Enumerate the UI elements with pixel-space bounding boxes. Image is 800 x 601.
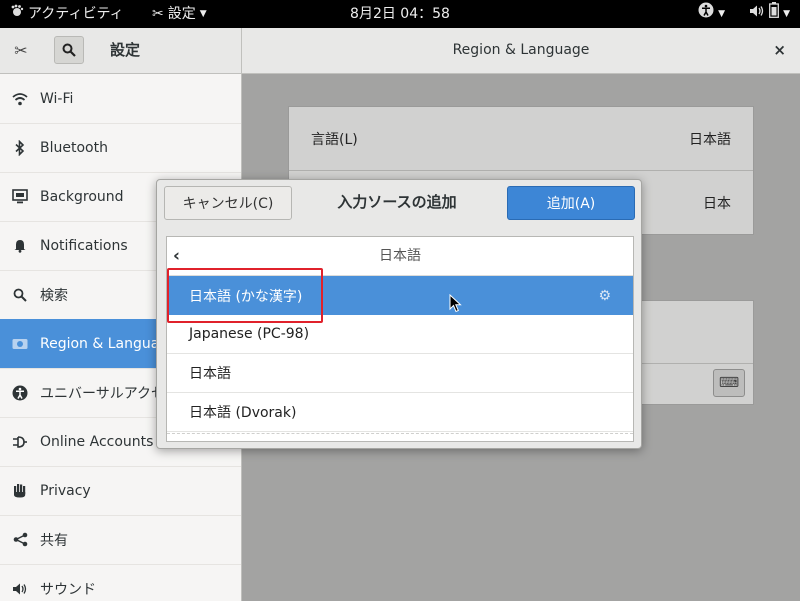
gear-icon: ⚙ [598, 287, 611, 304]
sidebar-item-label: Privacy [40, 482, 91, 499]
list-item-japanese[interactable]: 日本語 [167, 354, 633, 393]
search-button[interactable] [54, 36, 84, 64]
hand-icon [0, 483, 40, 498]
wifi-icon [0, 92, 40, 106]
sidebar-item-label: Bluetooth [40, 139, 108, 156]
language-label: 言語(L) [311, 131, 358, 148]
sidebar-item-label: Notifications [40, 237, 128, 254]
list-item-label: 日本語 (Dvorak) [189, 405, 297, 421]
triangle-down-icon: ▼ [783, 9, 790, 19]
bell-icon [0, 238, 40, 253]
clock[interactable]: 8月2日 04：58 [350, 0, 450, 28]
header-left: ✂ 設定 [0, 28, 242, 73]
region-icon [0, 338, 40, 350]
formats-value: 日本 [703, 195, 731, 212]
add-button[interactable]: 追加(A) [507, 186, 635, 220]
activities-label: アクティビティ [28, 6, 124, 22]
top-bar: アクティビティ ✂ 設定 ▼ 8月2日 04：58 ▼ ▼ [0, 0, 800, 28]
volume-icon[interactable] [749, 0, 765, 28]
accessibility-icon [0, 385, 40, 401]
battery-icon[interactable] [769, 0, 780, 28]
tools-icon[interactable]: ✂ [10, 38, 32, 62]
sidebar-item-label: 共有 [40, 532, 68, 549]
sidebar-item-privacy[interactable]: Privacy [0, 466, 241, 516]
accessibility-icon[interactable] [698, 0, 714, 28]
gnome-foot-icon [10, 0, 24, 28]
triangle-down-icon: ▼ [199, 9, 207, 19]
search-icon [62, 43, 76, 57]
cancel-button[interactable]: キャンセル(C) [164, 186, 292, 220]
language-value: 日本語 [689, 131, 731, 148]
sidebar-item-sharing[interactable]: 共有 [0, 515, 241, 565]
sidebar-item-sound[interactable]: サウンド [0, 564, 241, 601]
dialog-title: 入力ソースの追加 [337, 193, 457, 211]
background-icon [0, 189, 40, 204]
sidebar-item-label: Wi-Fi [40, 90, 74, 107]
settings-title: 設定 [110, 41, 141, 59]
input-source-list: 日本語 ‹ 日本語 (かな漢字) ⚙ Japanese (PC-98) 日本語 … [166, 236, 634, 442]
annotation-highlight-box [167, 268, 323, 323]
activities-button[interactable]: アクティビティ [10, 0, 124, 28]
list-item-label: 日本語 [189, 366, 231, 382]
online-accounts-icon [0, 435, 40, 449]
tools-icon: ✂ [152, 6, 164, 22]
list-item-dvorak[interactable]: 日本語 (Dvorak) [167, 393, 633, 432]
close-button[interactable]: × [773, 28, 786, 73]
sidebar-item-label: Background [40, 188, 124, 205]
sidebar-item-label: サウンド [40, 581, 96, 598]
sidebar-item-wifi[interactable]: Wi-Fi [0, 74, 241, 124]
list-item-label: Japanese (PC-98) [189, 326, 310, 342]
sound-icon [0, 582, 40, 596]
system-menu[interactable]: ▼ ▼ [698, 0, 790, 28]
panel-title: Region & Language [452, 42, 590, 58]
mouse-cursor-icon [449, 294, 462, 313]
sidebar-item-bluetooth[interactable]: Bluetooth [0, 123, 241, 173]
sidebar-item-label: 検索 [40, 287, 68, 304]
app-menu-label: 設定 [167, 6, 196, 22]
header-bar: ✂ 設定 Region & Language × [0, 28, 800, 74]
search-icon [0, 288, 40, 302]
app-menu-button[interactable]: ✂ 設定 ▼ [152, 0, 207, 28]
triangle-down-icon: ▼ [718, 9, 726, 19]
language-row[interactable]: 言語(L) 日本語 [289, 107, 753, 171]
bluetooth-icon [0, 139, 40, 156]
list-more-indicator [167, 433, 633, 434]
share-icon [0, 532, 40, 547]
keyboard-icon[interactable]: ⌨ [713, 369, 745, 397]
sidebar-item-label: Online Accounts [40, 433, 154, 450]
